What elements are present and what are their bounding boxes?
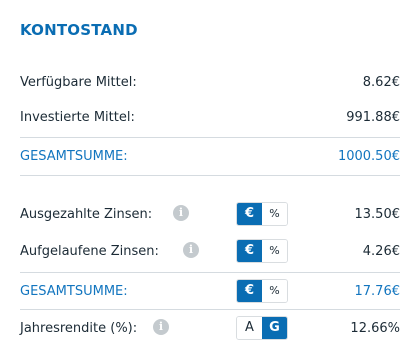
interest-total-unit-toggle[interactable]: € % xyxy=(236,279,288,303)
annual-return-row: Jahresrendite (%): i A G 12.66% xyxy=(20,312,400,345)
paid-interest-value: 13.50€ xyxy=(354,207,401,222)
divider xyxy=(20,137,400,138)
divider xyxy=(20,272,400,273)
invested-funds-label: Investierte Mittel: xyxy=(20,110,135,125)
accrued-interest-row: Aufgelaufene Zinsen: i € % 4.26€ xyxy=(20,235,400,268)
unit-percent-option[interactable]: % xyxy=(262,280,287,302)
annual-return-value: 12.66% xyxy=(350,321,400,336)
unit-euro-option[interactable]: € xyxy=(237,203,262,225)
unit-percent-option[interactable]: % xyxy=(262,203,287,225)
unit-percent-option[interactable]: % xyxy=(262,240,287,262)
unit-euro-option[interactable]: € xyxy=(237,240,262,262)
paid-interest-row: Ausgezahlte Zinsen: i € % 13.50€ xyxy=(20,198,400,231)
panel-title: KONTOSTAND xyxy=(20,21,138,39)
balance-total-value: 1000.50€ xyxy=(337,149,400,164)
divider xyxy=(20,175,400,176)
info-icon[interactable]: i xyxy=(173,205,189,221)
balance-total-row: GESAMTSUMME: 1000.50€ xyxy=(20,140,400,173)
interest-total-row: GESAMTSUMME: € % 17.76€ xyxy=(20,275,400,308)
info-icon[interactable]: i xyxy=(153,319,169,335)
mode-a-option[interactable]: A xyxy=(237,317,262,339)
unit-euro-option[interactable]: € xyxy=(237,280,262,302)
info-icon[interactable]: i xyxy=(183,242,199,258)
annual-return-mode-toggle[interactable]: A G xyxy=(236,316,288,340)
accrued-interest-unit-toggle[interactable]: € % xyxy=(236,239,288,263)
available-funds-row: Verfügbare Mittel: 8.62€ xyxy=(20,66,400,99)
annual-return-label: Jahresrendite (%): xyxy=(20,321,138,336)
paid-interest-label: Ausgezahlte Zinsen: xyxy=(20,207,153,222)
available-funds-label: Verfügbare Mittel: xyxy=(20,75,137,90)
balance-total-label: GESAMTSUMME: xyxy=(20,149,128,164)
accrued-interest-label: Aufgelaufene Zinsen: xyxy=(20,244,159,259)
interest-total-value: 17.76€ xyxy=(354,284,401,299)
invested-funds-row: Investierte Mittel: 991.88€ xyxy=(20,101,400,134)
invested-funds-value: 991.88€ xyxy=(346,110,400,125)
divider xyxy=(20,309,400,310)
paid-interest-unit-toggle[interactable]: € % xyxy=(236,202,288,226)
mode-g-option[interactable]: G xyxy=(262,317,287,339)
interest-total-label: GESAMTSUMME: xyxy=(20,284,128,299)
available-funds-value: 8.62€ xyxy=(362,75,400,90)
accrued-interest-value: 4.26€ xyxy=(362,244,400,259)
